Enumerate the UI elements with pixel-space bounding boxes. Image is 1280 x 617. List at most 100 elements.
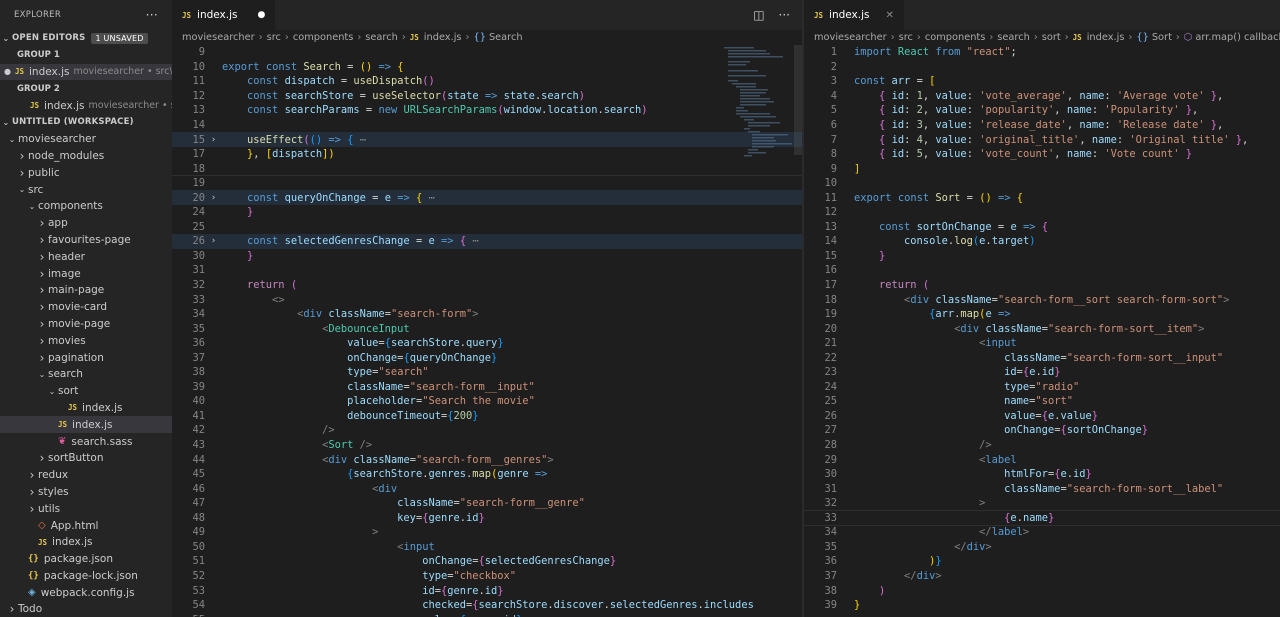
code-line[interactable]: 36 value={searchStore.query} (172, 336, 802, 351)
code-line[interactable]: 12 (804, 205, 1280, 220)
code-line[interactable]: 18 (172, 161, 802, 176)
tree-item[interactable]: › header (0, 248, 172, 265)
code-line[interactable]: 51 onChange={selectedGenresChange} (172, 554, 802, 569)
code-line[interactable]: 48 key={genre.id} (172, 511, 802, 526)
tree-item[interactable]: › app (0, 215, 172, 232)
code-line[interactable]: 10 (804, 176, 1280, 191)
code-editor[interactable]: 9 10 export const Search = () => {11 const… (172, 45, 802, 617)
more-actions-icon[interactable]: ··· (146, 8, 158, 22)
code-line[interactable]: 52 type="checkbox" (172, 569, 802, 584)
breadcrumb-segment[interactable]: src (267, 32, 281, 43)
code-line[interactable]: 42 /> (172, 423, 802, 438)
breadcrumb-segment[interactable]: components (293, 32, 354, 43)
code-line[interactable]: 13 const searchParams = new URLSearchPar… (172, 103, 802, 118)
breadcrumb-segment[interactable]: Sort (1152, 32, 1172, 43)
tree-item[interactable]: › public (0, 164, 172, 181)
tree-item[interactable]: JS index.js (0, 534, 172, 551)
code-line[interactable]: 30 } (172, 249, 802, 264)
tree-item[interactable]: ⌄ search (0, 366, 172, 383)
breadcrumb-segment[interactable]: moviesearcher (814, 32, 887, 43)
open-editors-section[interactable]: ⌄ OPEN EDITORS 1 UNSAVED (0, 30, 172, 47)
breadcrumb-segment[interactable]: moviesearcher (182, 32, 255, 43)
code-line[interactable]: 19 {arr.map(e => (804, 307, 1280, 322)
code-line[interactable]: 13 const sortOnChange = e => { (804, 220, 1280, 235)
code-line[interactable]: 12 const searchStore = useSelector(state… (172, 89, 802, 104)
more-actions-icon[interactable]: ··· (779, 8, 790, 22)
folded-ellipsis[interactable]: ⋯ (429, 192, 435, 204)
breadcrumb-segment[interactable]: arr.map() callback (1195, 32, 1280, 43)
tree-item[interactable]: › movies (0, 332, 172, 349)
code-line[interactable]: 24 } (172, 205, 802, 220)
tree-item[interactable]: › pagination (0, 349, 172, 366)
tree-item[interactable]: › redux (0, 467, 172, 484)
code-line[interactable]: 32 > (804, 496, 1280, 511)
code-line[interactable]: 21 <input (804, 336, 1280, 351)
tree-item[interactable]: ◇ App.html (0, 517, 172, 534)
group2-header[interactable]: GROUP 2 (0, 80, 172, 97)
code-line[interactable]: 18 <div className="search-form__sort sea… (804, 292, 1280, 307)
code-line[interactable]: 7 { id: 4, value: 'original_title', name… (804, 132, 1280, 147)
code-line[interactable]: 4 { id: 1, value: 'vote_average', name: … (804, 89, 1280, 104)
tree-item[interactable]: ❦ search.sass (0, 433, 172, 450)
code-line[interactable]: 34 </label> (804, 525, 1280, 540)
tree-item[interactable]: › styles (0, 484, 172, 501)
code-line[interactable]: 15 } (804, 249, 1280, 264)
code-line[interactable]: 6 { id: 3, value: 'release_date', name: … (804, 118, 1280, 133)
code-line[interactable]: 26 value={e.value} (804, 409, 1280, 424)
code-line[interactable]: 32 return ( (172, 278, 802, 293)
code-line[interactable]: 37 onChange={queryOnChange} (172, 350, 802, 365)
tree-item[interactable]: ⌄ moviesearcher (0, 131, 172, 148)
code-line[interactable]: 29 <label (804, 452, 1280, 467)
code-line[interactable]: 37 </div> (804, 569, 1280, 584)
code-line[interactable]: 34 <div className="search-form"> (172, 307, 802, 322)
code-line[interactable]: 38 type="search" (172, 365, 802, 380)
tree-item[interactable]: › favourites-page (0, 232, 172, 249)
code-line[interactable]: 27 onChange={sortOnChange} (804, 423, 1280, 438)
code-line[interactable]: 53 id={genre.id} (172, 583, 802, 598)
tree-item[interactable]: ◈ webpack.config.js (0, 584, 172, 601)
breadcrumb-segment[interactable]: sort (1042, 32, 1061, 43)
unsaved-dot-icon[interactable]: ● (4, 67, 11, 76)
code-line[interactable]: 33 <> (172, 292, 802, 307)
code-line[interactable]: 43 <Sort /> (172, 438, 802, 453)
code-line[interactable]: 1 import React from "react"; (804, 45, 1280, 60)
code-line[interactable]: 35 </div> (804, 540, 1280, 555)
code-line[interactable]: 33 {e.name} (804, 509, 1280, 527)
code-line[interactable]: 25 name="sort" (804, 394, 1280, 409)
code-line[interactable]: 22 className="search-form-sort__input" (804, 350, 1280, 365)
code-line[interactable]: 38 ) (804, 583, 1280, 598)
fold-chevron-icon[interactable]: › (205, 193, 222, 203)
code-line[interactable]: 44 <div className="search-form__genres"> (172, 452, 802, 467)
code-line[interactable]: 39} (804, 598, 1280, 613)
code-line[interactable]: 17 return ( (804, 278, 1280, 293)
breadcrumb-segment[interactable]: src (899, 32, 913, 43)
code-line[interactable]: 8 { id: 5, value: 'vote_count', name: 'V… (804, 147, 1280, 162)
breadcrumb-segment[interactable]: components (925, 32, 986, 43)
breadcrumb-segment[interactable]: search (997, 32, 1030, 43)
tree-item[interactable]: ⌄ sort (0, 383, 172, 400)
tree-item[interactable]: ⌄ src (0, 181, 172, 198)
tree-item[interactable]: › node_modules (0, 148, 172, 165)
folded-ellipsis[interactable]: ⋯ (472, 235, 478, 247)
open-editor-group1-file[interactable]: ● JS index.js moviesearcher • src\... (0, 63, 172, 81)
fold-chevron-icon[interactable]: › (205, 135, 222, 145)
close-icon[interactable]: ✕ (885, 10, 893, 21)
split-editor-icon[interactable]: ◫ (753, 8, 764, 22)
code-line[interactable]: 47 className="search-form__genre" (172, 496, 802, 511)
code-line[interactable]: 17 }, [dispatch]) (172, 147, 802, 162)
code-line[interactable]: 26 › const selectedGenresChange = e => { … (172, 234, 802, 249)
minimap[interactable] (720, 45, 796, 165)
code-line[interactable]: 15 › useEffect(() => { ⋯ (172, 132, 802, 147)
scrollbar-thumb[interactable] (794, 45, 802, 155)
tree-item[interactable]: › main-page (0, 282, 172, 299)
group1-header[interactable]: GROUP 1 (0, 47, 172, 64)
breadcrumb-segment[interactable]: search (365, 32, 398, 43)
code-line[interactable]: 31 (172, 263, 802, 278)
unsaved-dot-icon[interactable]: ● (257, 10, 265, 20)
workspace-section[interactable]: ⌄ UNTITLED (WORKSPACE) (0, 114, 172, 131)
code-line[interactable]: 23 id={e.id} (804, 365, 1280, 380)
code-line[interactable]: 3 const arr = [ (804, 74, 1280, 89)
tree-item[interactable]: {} package-lock.json (0, 568, 172, 585)
code-line[interactable]: 39 className="search-form__input" (172, 380, 802, 395)
code-line[interactable]: 46 <div (172, 481, 802, 496)
